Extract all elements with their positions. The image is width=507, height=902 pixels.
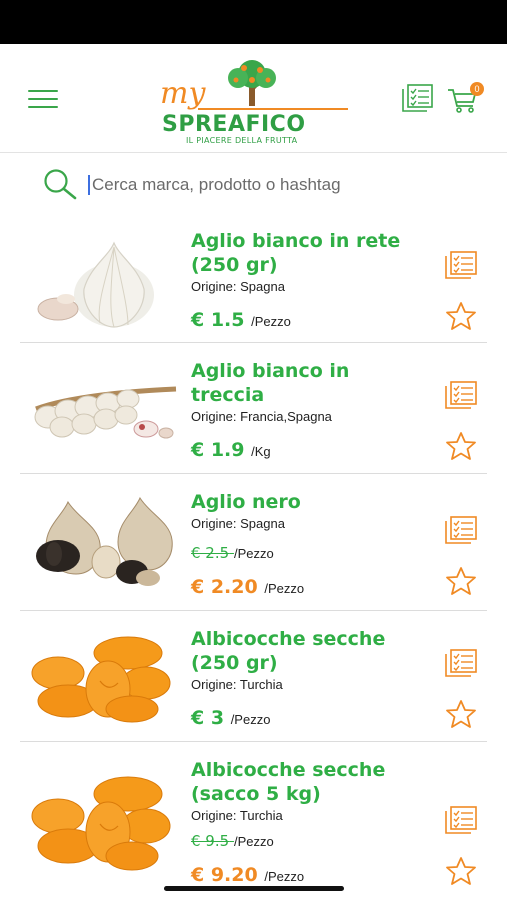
favorite-star-icon[interactable] — [445, 301, 477, 331]
black-garlic-image — [36, 496, 173, 586]
product-name-line1: Aglio bianco in rete — [191, 230, 401, 252]
product-item[interactable]: Albicocche secche (250 gr) Origine: Turc… — [20, 611, 487, 742]
product-name-line2: treccia — [191, 384, 265, 406]
product-name-line2: (250 gr) — [191, 254, 278, 276]
product-name[interactable]: Albicocche secche (250 gr) — [191, 627, 441, 675]
menu-button[interactable] — [28, 90, 58, 110]
cart-count-badge: 0 — [470, 82, 484, 96]
product-name-line2: (250 gr) — [191, 652, 278, 674]
product-item[interactable]: Aglio nero Origine: Spagna € 2.5 /Pezzo … — [20, 474, 487, 611]
add-to-list-icon[interactable] — [444, 649, 478, 677]
product-origin: Origine: Turchia — [191, 808, 283, 823]
product-price-value: € 2.20 — [191, 576, 258, 598]
product-price-value: € 1.9 — [191, 439, 245, 461]
product-name[interactable]: Aglio bianco in rete (250 gr) — [191, 229, 441, 277]
favorite-star-icon[interactable] — [445, 566, 477, 596]
product-price-unit: /Kg — [251, 444, 271, 459]
product-price: € 1.9 /Kg — [191, 439, 271, 461]
product-price-unit: /Pezzo — [230, 712, 271, 727]
product-origin: Origine: Turchia — [191, 677, 283, 692]
product-price: € 3 /Pezzo — [191, 707, 270, 729]
product-item[interactable]: Albicocche secche (sacco 5 kg) Origine: … — [20, 742, 487, 902]
text-caret — [88, 175, 90, 195]
product-name-line1: Albicocche secche — [191, 759, 386, 781]
brand-logo[interactable]: my SPREAFICO IL PIACERE DELLA FRUTTA — [158, 54, 353, 146]
product-price-value: € 1.5 — [191, 309, 245, 331]
product-name-line1: Aglio nero — [191, 491, 301, 513]
product-old-price: € 9.5 /Pezzo — [191, 832, 274, 850]
product-name-line2: (sacco 5 kg) — [191, 783, 321, 805]
menu-icon-line — [28, 98, 58, 100]
dried-apricots-image — [31, 636, 171, 723]
product-price-unit: /Pezzo — [264, 869, 305, 884]
product-origin: Origine: Spagna — [191, 516, 285, 531]
logo-brand-text: SPREAFICO — [162, 112, 306, 137]
product-price: € 1.5 /Pezzo — [191, 309, 291, 331]
product-origin: Origine: Francia,Spagna — [191, 409, 332, 424]
product-price-unit: /Pezzo — [251, 314, 291, 329]
garlic-bulb-image — [37, 241, 154, 328]
product-sale-price: € 9.20 /Pezzo — [191, 864, 304, 886]
menu-icon-line — [28, 106, 58, 108]
tree-logo-icon — [228, 60, 276, 106]
product-name-line1: Albicocche secche — [191, 628, 386, 650]
dried-apricots-image — [31, 776, 171, 871]
favorite-star-icon[interactable] — [445, 431, 477, 461]
shopping-list-icon[interactable] — [402, 84, 434, 112]
product-list: Aglio bianco in rete (250 gr) Origine: S… — [0, 215, 507, 902]
product-name[interactable]: Aglio nero — [191, 490, 441, 514]
favorite-star-icon[interactable] — [445, 699, 477, 729]
product-name[interactable]: Albicocche secche (sacco 5 kg) — [191, 758, 441, 806]
product-old-price-unit: /Pezzo — [233, 834, 274, 849]
status-bar — [0, 0, 507, 44]
product-old-price-value: € 2.5 — [191, 544, 230, 562]
product-old-price-value: € 9.5 — [191, 832, 230, 850]
add-to-list-icon[interactable] — [444, 806, 478, 834]
product-old-price: € 2.5 /Pezzo — [191, 544, 274, 562]
product-price-value: € 3 — [191, 707, 225, 729]
logo-tagline: IL PIACERE DELLA FRUTTA — [186, 136, 298, 145]
home-indicator[interactable] — [164, 886, 344, 891]
search-bar — [0, 153, 507, 215]
product-old-price-unit: /Pezzo — [233, 546, 274, 561]
add-to-list-icon[interactable] — [444, 381, 478, 409]
product-item[interactable]: Aglio bianco in rete (250 gr) Origine: S… — [20, 215, 487, 343]
favorite-star-icon[interactable] — [445, 856, 477, 886]
logo-underline — [198, 108, 348, 110]
product-price-unit: /Pezzo — [264, 581, 305, 596]
add-to-list-icon[interactable] — [444, 251, 478, 279]
search-icon[interactable] — [42, 167, 78, 201]
product-name[interactable]: Aglio bianco in treccia — [191, 359, 441, 407]
garlic-braid-image — [34, 386, 177, 439]
product-item[interactable]: Aglio bianco in treccia Origine: Francia… — [20, 343, 487, 474]
product-name-line1: Aglio bianco in — [191, 360, 350, 382]
menu-icon-line — [28, 90, 58, 92]
add-to-list-icon[interactable] — [444, 516, 478, 544]
app-header: my SPREAFICO IL PIACERE DELLA FRUTTA 0 — [0, 44, 507, 153]
product-origin: Origine: Spagna — [191, 279, 285, 294]
logo-my-text: my — [160, 76, 206, 111]
search-input[interactable] — [92, 170, 472, 200]
product-price-value: € 9.20 — [191, 864, 258, 886]
product-sale-price: € 2.20 /Pezzo — [191, 576, 304, 598]
